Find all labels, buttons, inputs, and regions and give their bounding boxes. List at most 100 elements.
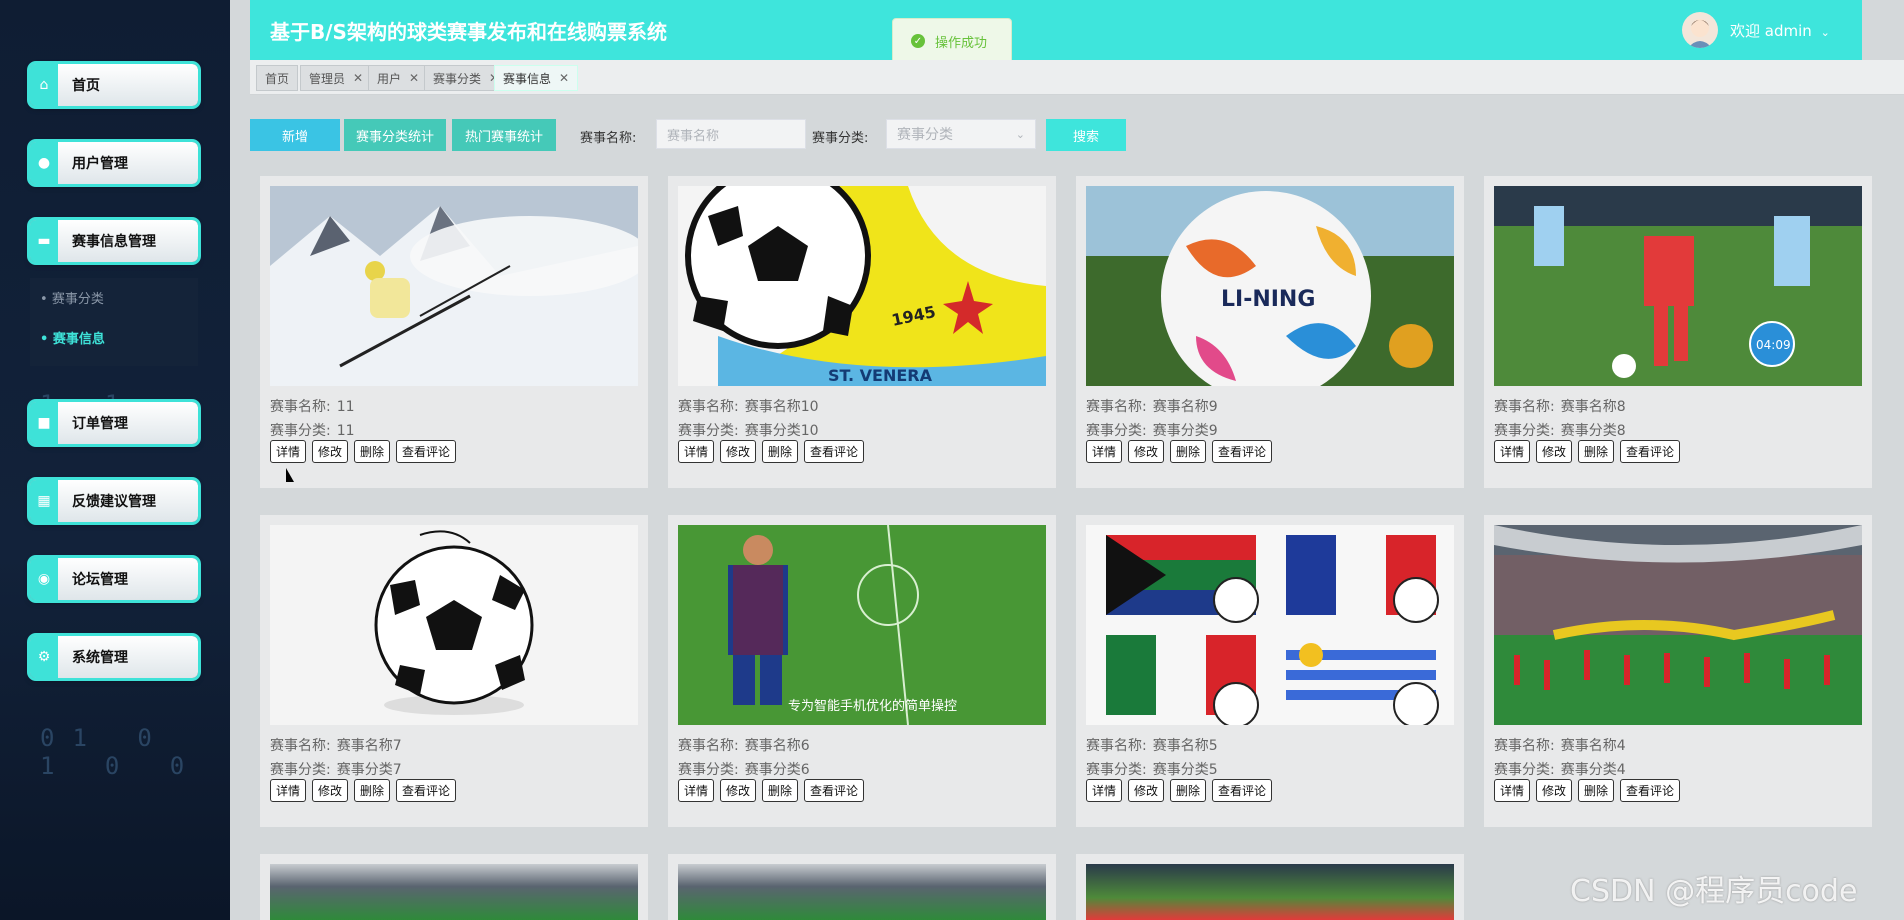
sidebar-item-system[interactable]: ⚙ 系统管理 (30, 636, 198, 678)
tab-home[interactable]: 首页 (256, 65, 299, 91)
order-icon: ■ (30, 402, 58, 444)
close-icon[interactable]: ✕ (353, 71, 363, 85)
event-card: 04:09 赛事名称: 赛事名称8 赛事分类: 赛事分类8 详情 修改 删除 查看评… (1484, 176, 1872, 488)
event-card: 专为智能手机优化的简单操控 赛事名称: 赛事名称6 赛事分类: 赛事分类6 详情 修… (668, 515, 1056, 827)
event-image-game[interactable]: 专为智能手机优化的简单操控 (678, 525, 1046, 725)
event-card (260, 854, 648, 920)
edit-button[interactable]: 修改 (720, 779, 757, 802)
card-category: 赛事分类: 赛事分类8 (1494, 423, 1626, 439)
delete-button[interactable]: 删除 (762, 440, 799, 463)
edit-button[interactable]: 修改 (720, 440, 757, 463)
event-image-skiing[interactable] (270, 186, 638, 386)
sidebar: 1 1 C 0 01 0 1 0 0 ⌂ 首页 ● 用户管理 ▬ 赛事信息管理 … (0, 0, 230, 920)
category-select[interactable]: 赛事分类 ⌄ (886, 119, 1036, 149)
submenu-item-event-info[interactable]: • 赛事信息 (40, 328, 105, 347)
sidebar-item-users[interactable]: ● 用户管理 (30, 142, 198, 184)
system-icon: ⚙ (30, 636, 58, 678)
tab-event-info[interactable]: 赛事信息 ✕ (494, 65, 579, 91)
sidebar-item-label: 用户管理 (72, 156, 128, 172)
sidebar-item-label: 反馈建议管理 (72, 494, 156, 510)
detail-button[interactable]: 详情 (1086, 440, 1123, 463)
feedback-icon: ▦ (30, 480, 58, 522)
card-name: 赛事名称: 赛事名称7 (270, 738, 402, 754)
event-image-flags[interactable] (1086, 525, 1454, 725)
view-comments-button[interactable]: 查看评论 (804, 779, 865, 802)
delete-button[interactable]: 删除 (1578, 779, 1615, 802)
search-button[interactable]: 搜索 (1046, 119, 1126, 151)
delete-button[interactable]: 删除 (1578, 440, 1615, 463)
event-image-youth-match[interactable] (1086, 864, 1454, 920)
home-icon: ⌂ (30, 64, 58, 106)
sidebar-item-feedback[interactable]: ▦ 反馈建议管理 (30, 480, 198, 522)
app-title: 基于B/S架构的球类赛事发布和在线购票系统 (270, 20, 667, 44)
submenu-item-category[interactable]: • 赛事分类 (40, 288, 104, 307)
card-name: 赛事名称: 赛事名称5 (1086, 738, 1218, 754)
welcome-text: 欢迎 admin (1730, 22, 1812, 40)
event-image-stadium[interactable] (1494, 525, 1862, 725)
event-card: 赛事名称: 11 赛事分类: 11 详情 修改 删除 查看评论 (260, 176, 648, 488)
card-category: 赛事分类: 赛事分类9 (1086, 423, 1218, 439)
card-name: 赛事名称: 赛事名称4 (1494, 738, 1626, 754)
delete-button[interactable]: 删除 (1170, 440, 1207, 463)
event-image-youth-match[interactable]: 04:09 (1494, 186, 1862, 386)
edit-button[interactable]: 修改 (312, 779, 349, 802)
ball-brand-text: LI-NING (1221, 287, 1315, 312)
user-menu[interactable]: 欢迎 admin ⌄ (1730, 20, 1830, 41)
detail-button[interactable]: 详情 (270, 440, 307, 463)
event-image-crest[interactable]: 1945 ST. VENERA (678, 186, 1046, 386)
card-category: 赛事分类: 赛事分类4 (1494, 762, 1626, 778)
top-header: 基于B/S架构的球类赛事发布和在线购票系统 欢迎 admin ⌄ (250, 0, 1862, 60)
view-comments-button[interactable]: 查看评论 (396, 440, 457, 463)
add-button[interactable]: 新增 (250, 119, 340, 151)
sidebar-item-forum[interactable]: ◉ 论坛管理 (30, 558, 198, 600)
event-card: 赛事名称: 赛事名称4 赛事分类: 赛事分类4 详情 修改 删除 查看评论 (1484, 515, 1872, 827)
event-image-stadium[interactable] (270, 864, 638, 920)
event-image-ball-sketch[interactable] (270, 525, 638, 725)
edit-button[interactable]: 修改 (1128, 440, 1165, 463)
category-stats-button[interactable]: 赛事分类统计 (344, 119, 446, 151)
close-icon[interactable]: ✕ (559, 71, 569, 85)
view-comments-button[interactable]: 查看评论 (804, 440, 865, 463)
watermark: CSDN @程序员code (1570, 874, 1858, 909)
view-comments-button[interactable]: 查看评论 (1212, 440, 1273, 463)
edit-button[interactable]: 修改 (1128, 779, 1165, 802)
success-toast: ✓ 操作成功 (892, 18, 1012, 64)
event-card (1076, 854, 1464, 920)
close-icon[interactable]: ✕ (409, 71, 419, 85)
view-comments-button[interactable]: 查看评论 (1212, 779, 1273, 802)
edit-button[interactable]: 修改 (1536, 779, 1573, 802)
hot-stats-button[interactable]: 热门赛事统计 (452, 119, 556, 151)
delete-button[interactable]: 删除 (1170, 779, 1207, 802)
delete-button[interactable]: 删除 (354, 779, 391, 802)
user-icon: ● (30, 142, 58, 184)
detail-button[interactable]: 详情 (1086, 779, 1123, 802)
edit-button[interactable]: 修改 (1536, 440, 1573, 463)
view-comments-button[interactable]: 查看评论 (396, 779, 457, 802)
delete-button[interactable]: 删除 (762, 779, 799, 802)
tab-user[interactable]: 用户 ✕ (368, 65, 429, 91)
card-name: 赛事名称: 11 (270, 399, 355, 415)
event-name-input[interactable]: 赛事名称 (656, 119, 806, 149)
name-label: 赛事名称: (580, 131, 637, 146)
avatar[interactable] (1682, 12, 1718, 48)
sidebar-item-home[interactable]: ⌂ 首页 (30, 64, 198, 106)
card-category: 赛事分类: 赛事分类6 (678, 762, 810, 778)
detail-button[interactable]: 详情 (270, 779, 307, 802)
tab-admin[interactable]: 管理员 ✕ (300, 65, 373, 91)
sidebar-item-label: 赛事信息管理 (72, 234, 156, 250)
edit-button[interactable]: 修改 (312, 440, 349, 463)
event-image-ball[interactable]: LI-NING (1086, 186, 1454, 386)
view-comments-button[interactable]: 查看评论 (1620, 779, 1681, 802)
detail-button[interactable]: 详情 (1494, 779, 1531, 802)
sidebar-item-label: 论坛管理 (72, 572, 128, 588)
delete-button[interactable]: 删除 (354, 440, 391, 463)
event-image-stadium[interactable] (678, 864, 1046, 920)
detail-button[interactable]: 详情 (678, 440, 715, 463)
sidebar-item-orders[interactable]: ■ 订单管理 (30, 402, 198, 444)
sidebar-item-events[interactable]: ▬ 赛事信息管理 (30, 220, 198, 262)
view-comments-button[interactable]: 查看评论 (1620, 440, 1681, 463)
event-icon: ▬ (30, 220, 58, 262)
detail-button[interactable]: 详情 (1494, 440, 1531, 463)
check-circle-icon: ✓ (911, 34, 925, 48)
detail-button[interactable]: 详情 (678, 779, 715, 802)
